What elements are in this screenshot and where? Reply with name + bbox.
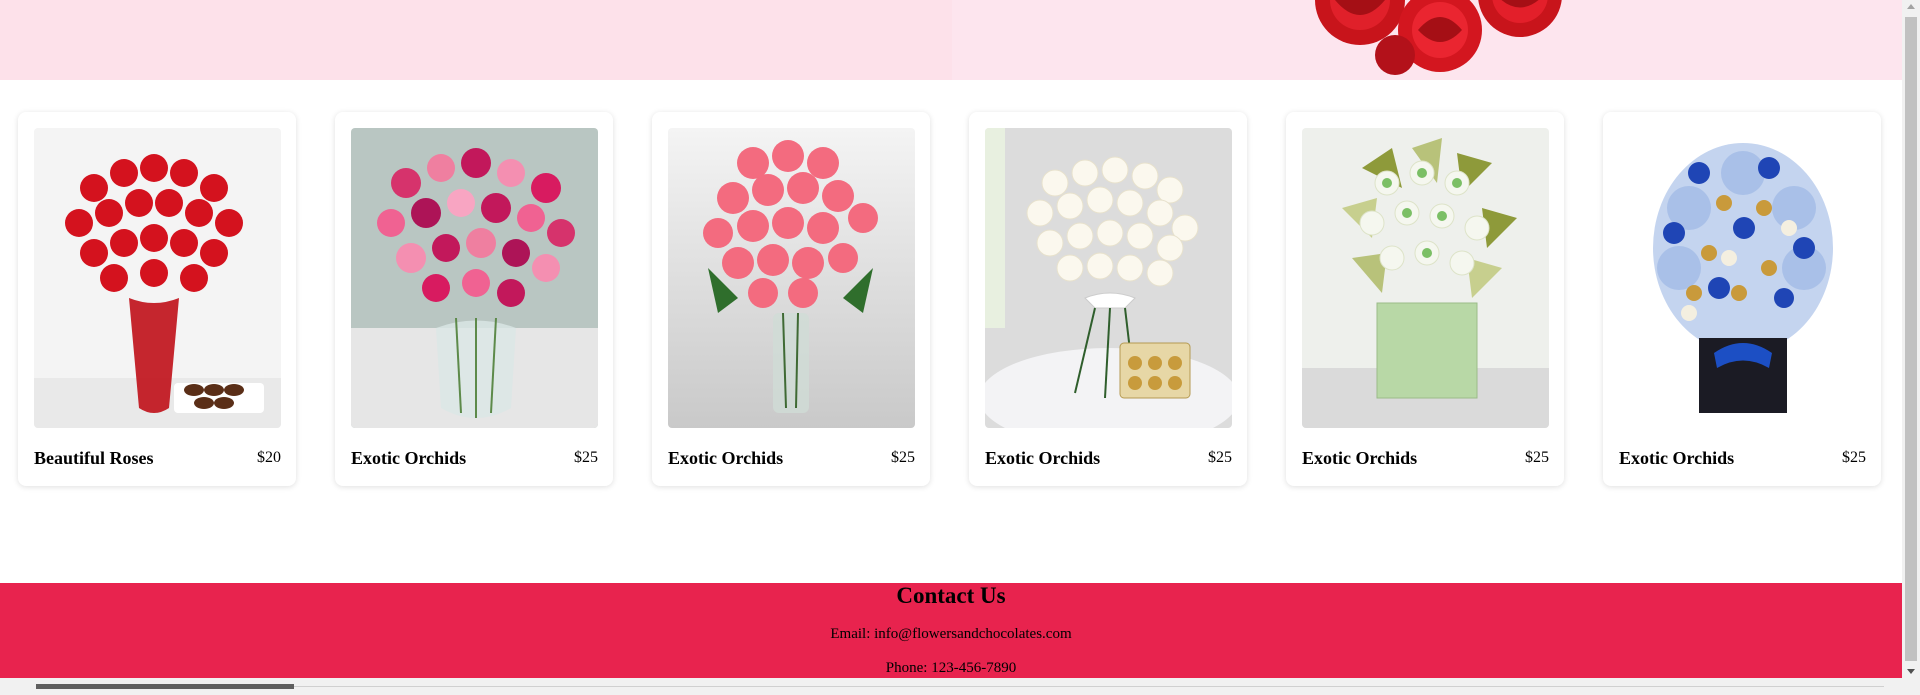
vertical-scroll-thumb[interactable] — [1905, 17, 1917, 661]
product-name: Beautiful Roses — [34, 448, 154, 468]
scroll-down-icon[interactable] — [1907, 669, 1915, 674]
horizontal-scroll-track — [294, 686, 1884, 687]
product-card[interactable]: Exotic Orchids $25 — [969, 112, 1247, 486]
product-name: Exotic Orchids — [1302, 448, 1418, 468]
product-card[interactable]: Exotic Orchids $25 — [335, 112, 613, 486]
product-price: $25 — [891, 449, 915, 466]
product-card[interactable]: Beautiful Roses $20 — [18, 112, 296, 486]
blue-chocolate-bouquet-icon[interactable] — [1619, 128, 1866, 428]
product-name: Exotic Orchids — [985, 448, 1101, 468]
contact-phone: Phone: 123-456-7890 — [885, 660, 1017, 676]
product-name: Exotic Orchids — [1619, 448, 1735, 468]
coral-roses-vase-icon[interactable] — [668, 128, 915, 428]
product-price: $20 — [257, 449, 281, 466]
product-price: $25 — [574, 449, 598, 466]
product-card[interactable]: Exotic Orchids $25 — [1286, 112, 1564, 486]
pink-roses-vase-icon[interactable] — [351, 128, 598, 428]
hero-banner — [0, 0, 1902, 80]
product-price: $25 — [1208, 449, 1232, 466]
product-card[interactable]: Exotic Orchids $25 — [652, 112, 930, 486]
white-roses-bouquet-icon[interactable] — [985, 128, 1232, 428]
product-name: Exotic Orchids — [668, 448, 784, 468]
green-chocolate-bouquet-icon[interactable] — [1302, 128, 1549, 428]
horizontal-scroll-thumb[interactable] — [36, 684, 294, 689]
scroll-up-icon[interactable] — [1907, 4, 1915, 9]
hero-left-panel — [0, 0, 952, 80]
red-roses-vase-icon[interactable] — [34, 128, 281, 428]
product-price: $25 — [1842, 449, 1866, 466]
product-card[interactable]: Exotic Orchids $25 — [1603, 112, 1881, 486]
contact-title: Contact Us — [896, 583, 1006, 608]
contact-email: Email: info@flowersandchocolates.com — [830, 626, 1072, 642]
horizontal-scrollbar[interactable] — [0, 678, 1920, 695]
product-grid: Beautiful Roses $20 Exotic Orchids $25 E… — [0, 112, 1902, 488]
product-price: $25 — [1525, 449, 1549, 466]
vertical-scrollbar[interactable] — [1902, 0, 1920, 678]
page: Beautiful Roses $20 Exotic Orchids $25 E… — [0, 0, 1902, 678]
product-name: Exotic Orchids — [351, 448, 467, 468]
hero-roses-image — [1315, 0, 1562, 75]
contact-footer: Contact Us Email: info@flowersandchocola… — [0, 583, 1902, 678]
